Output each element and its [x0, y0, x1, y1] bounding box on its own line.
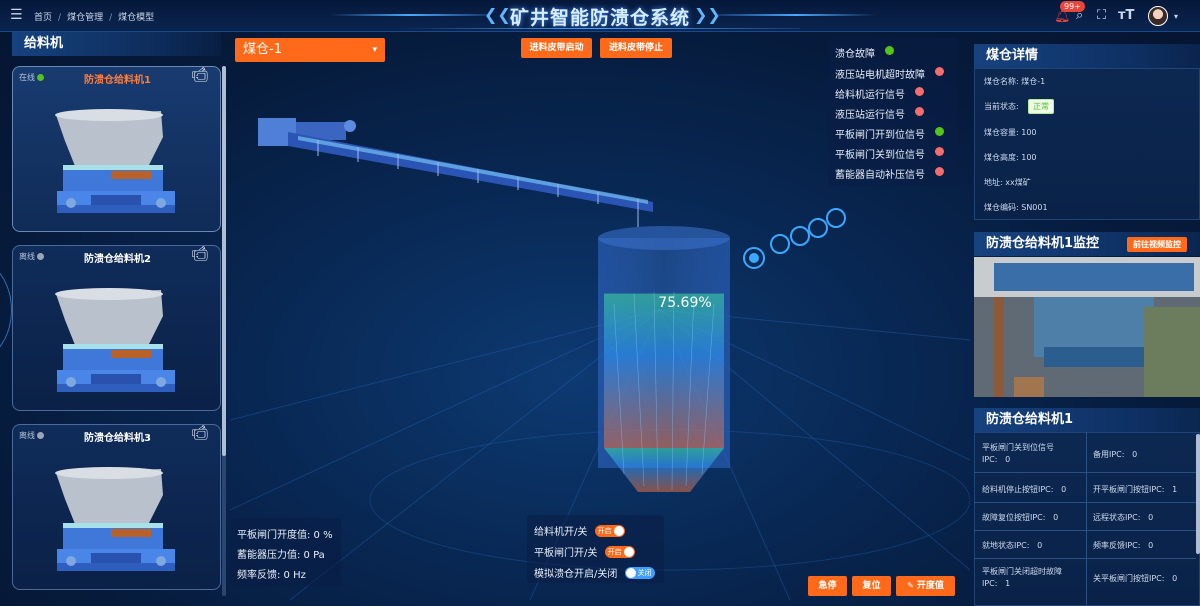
- monitor-video-feed[interactable]: [974, 257, 1200, 397]
- status-dot: [935, 67, 944, 76]
- ipc-cell: 关平板闸门按钮IPC: 0: [1093, 574, 1178, 583]
- ipc-cell: 平板闸门关到位信号IPC: 0: [982, 443, 1054, 464]
- avatar[interactable]: [1148, 6, 1168, 26]
- status-badge: 正常: [1028, 99, 1054, 114]
- feeder-machine-image: [55, 288, 175, 392]
- gate-toggle[interactable]: 开启: [604, 546, 635, 558]
- status-dot: [935, 127, 944, 136]
- signal-item: 平板闸门开到位信号: [835, 126, 944, 141]
- signal-item: 蓄能器自动补压信号: [835, 166, 944, 181]
- edit-icon: ✎: [907, 581, 914, 590]
- chevron-down-icon[interactable]: ▾: [1174, 12, 1178, 21]
- signal-item: 液压站电机超时故障: [835, 66, 944, 81]
- coal-bin-select[interactable]: 煤仓-1 ▾: [235, 38, 385, 62]
- bin-height: 煤仓高度: 100: [984, 153, 1037, 162]
- feeder-card-1[interactable]: 在线 防溃仓给料机1 📹︎: [12, 66, 221, 232]
- ipc-cell: 频率反馈IPC: 0: [1093, 541, 1154, 550]
- accumulator-pressure-readout: 蓄能器压力值: 0 Pa: [237, 550, 325, 561]
- bin-capacity: 煤仓容量: 100: [984, 128, 1037, 137]
- gate-opening-readout: 平板闸门开度值: 0 %: [237, 530, 333, 541]
- signal-item: 溃仓故障: [835, 45, 894, 60]
- frequency-feedback-readout: 频率反馈: 0 Hz: [237, 570, 306, 581]
- ipc-scrollbar[interactable]: [1196, 434, 1200, 554]
- title-underline: [400, 28, 800, 29]
- bin-details-title: 煤仓详情: [974, 44, 1200, 68]
- simulate-collapse-switch-row: 模拟溃仓开启/关闭 关闭: [534, 565, 655, 580]
- simulate-collapse-toggle[interactable]: 关闭: [624, 567, 655, 579]
- fullscreen-icon[interactable]: ⛶: [1097, 8, 1106, 23]
- conveyor-belt: [258, 118, 653, 227]
- signal-item: 给料机运行信号: [835, 86, 924, 101]
- ipc-cell: 开平板闸门按钮IPC: 1: [1093, 485, 1178, 494]
- ipc-cell: 备用IPC: 0: [1093, 450, 1138, 459]
- page-title: 矿井智能防溃仓系统: [509, 7, 690, 29]
- bin-address: 地址: xx煤矿: [984, 178, 1031, 187]
- coal-fill-level: [604, 293, 724, 448]
- title-deco-right: [716, 14, 876, 16]
- left-panel-title: 给料机: [12, 32, 221, 56]
- chevron-down-icon: ▾: [372, 45, 377, 55]
- start-belt-button[interactable]: 进料皮带启动: [521, 38, 592, 58]
- bin-details-box: [974, 68, 1200, 220]
- ipc-cell: 就地状态IPC: 0: [982, 541, 1043, 550]
- stop-belt-button[interactable]: 进料皮带停止: [600, 38, 672, 58]
- status-dot: [915, 87, 924, 96]
- feeder-name: 防溃仓给料机2: [84, 254, 151, 265]
- left-edge-arc: [0, 260, 12, 360]
- ipc-cell: 给料机停止按钮IPC: 0: [982, 485, 1067, 494]
- feeder-toggle[interactable]: 开启: [594, 525, 625, 537]
- status-dot: [935, 167, 944, 176]
- bin-name: 煤仓名称: 煤仓-1: [984, 77, 1046, 86]
- ipc-cell: 平板闸门关闭超时故障IPC: 1: [982, 567, 1062, 588]
- search-icon[interactable]: ⌕: [1076, 8, 1083, 23]
- top-header: ☰ 首页 / 煤仓管理 / 煤仓模型 ❮❮ 矿井智能防溃仓系统 ❯❯ 🔔︎ 99+ ⌕ …: [0, 0, 1200, 32]
- signal-item: 液压站运行信号: [835, 106, 924, 121]
- feeder-name: 防溃仓给料机3: [84, 433, 151, 444]
- reset-button[interactable]: 复位: [852, 576, 891, 596]
- feeder-machine-image: [55, 109, 175, 213]
- font-size-icon[interactable]: тT: [1118, 8, 1134, 23]
- status-dot: [915, 107, 924, 116]
- wireless-signal-icon: [743, 208, 846, 269]
- feeder-list-scrollbar[interactable]: [222, 66, 226, 596]
- ipc-col-divider: [1086, 432, 1087, 606]
- camera-icon[interactable]: 📹︎: [191, 67, 209, 83]
- bin-status-label: 当前状态:: [984, 102, 1019, 111]
- go-video-monitor-button[interactable]: 前往视频监控: [1127, 237, 1187, 252]
- ipc-cell: 故障复位按钮IPC: 0: [982, 513, 1059, 522]
- ipc-cell: 远程状态IPC: 0: [1093, 513, 1154, 522]
- feeder-name: 防溃仓给料机1: [84, 75, 151, 86]
- feeder-machine-image: [55, 467, 175, 571]
- feeder-switch-row: 给料机开/关 开启: [534, 523, 625, 538]
- feeder-card-2[interactable]: 离线 防溃仓给料机2 📹︎: [12, 245, 221, 411]
- fill-percentage: 75.69%: [658, 295, 712, 311]
- camera-icon[interactable]: 📹︎: [191, 246, 209, 262]
- emergency-stop-button[interactable]: 急停: [808, 576, 847, 596]
- feeder-card-3[interactable]: 离线 防溃仓给料机3 📹︎: [12, 424, 221, 590]
- status-dot: [885, 46, 894, 55]
- feeder-detail-title: 防溃仓给料机1: [974, 408, 1200, 432]
- coal-bin-silo: [598, 226, 730, 492]
- signal-item: 平板闸门关到位信号: [835, 146, 944, 161]
- opening-value-button[interactable]: ✎ 开度值: [896, 576, 955, 596]
- bin-code: 煤仓编码: SN001: [984, 203, 1048, 212]
- gate-switch-row: 平板闸门开/关 开启: [534, 544, 635, 559]
- camera-icon[interactable]: 📹︎: [191, 425, 209, 441]
- status-dot: [935, 147, 944, 156]
